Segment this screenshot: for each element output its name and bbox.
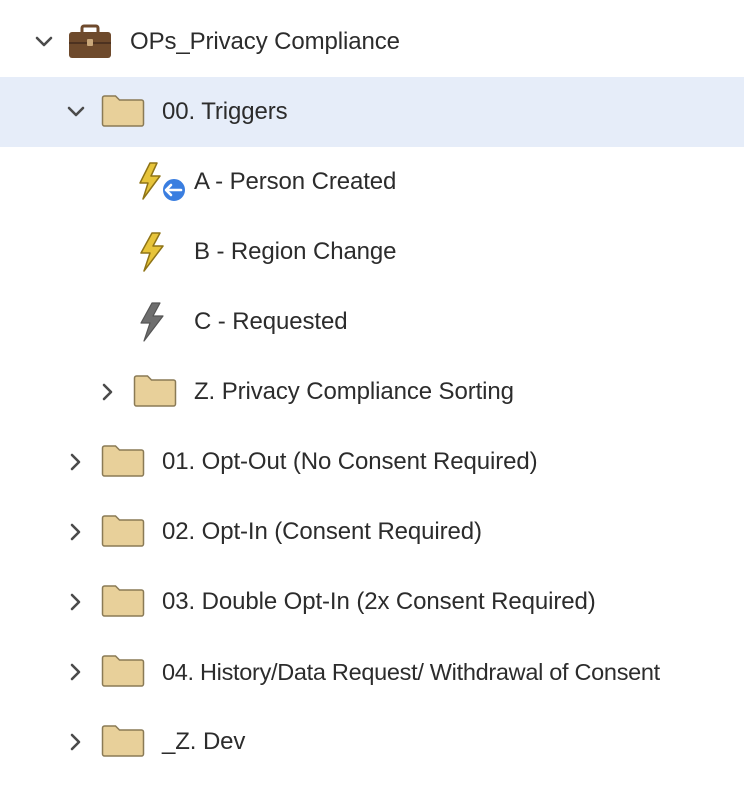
chevron-right-icon[interactable] <box>64 450 88 474</box>
folder-icon <box>101 584 145 624</box>
chevron-right-icon[interactable] <box>64 590 88 614</box>
tree-item-label: 03. Double Opt-In (2x Consent Required) <box>162 588 596 615</box>
tree-item-label: 01. Opt-Out (No Consent Required) <box>162 448 538 475</box>
trigger-bolt-icon <box>136 231 180 272</box>
tree-item-label: Z. Privacy Compliance Sorting <box>194 378 514 405</box>
tree-item-label: 02. Opt-In (Consent Required) <box>162 518 482 545</box>
tree-item-dev[interactable]: _Z. Dev <box>0 707 744 777</box>
folder-icon <box>101 94 145 134</box>
tree-item-label: 00. Triggers <box>162 98 288 125</box>
tree-item-trigger-a[interactable]: A - Person Created <box>0 147 744 217</box>
chevron-down-icon[interactable] <box>64 100 88 124</box>
briefcase-icon <box>68 24 112 64</box>
tree-item-double-opt-in[interactable]: 03. Double Opt-In (2x Consent Required) <box>0 567 744 637</box>
folder-icon <box>101 444 145 484</box>
tree-item-opt-out[interactable]: 01. Opt-Out (No Consent Required) <box>0 427 744 497</box>
program-tree: OPs_Privacy Compliance 00. Triggers A - … <box>0 0 744 790</box>
chevron-right-icon[interactable] <box>96 380 120 404</box>
chevron-right-icon[interactable] <box>64 520 88 544</box>
tree-item-trigger-c[interactable]: C - Requested <box>0 287 744 357</box>
tree-item-label: B - Region Change <box>194 238 397 265</box>
trigger-bolt-with-arrow-icon <box>136 161 187 203</box>
tree-item-opt-in[interactable]: 02. Opt-In (Consent Required) <box>0 497 744 567</box>
tree-item-triggers[interactable]: 00. Triggers <box>0 77 744 147</box>
trigger-bolt-inactive-icon <box>136 301 180 342</box>
tree-item-trigger-b[interactable]: B - Region Change <box>0 217 744 287</box>
tree-item-label: C - Requested <box>194 308 348 335</box>
chevron-right-icon[interactable] <box>64 660 88 684</box>
tree-item-label: 04. History/Data Request/ Withdrawal of … <box>162 659 660 685</box>
folder-icon <box>101 654 145 694</box>
chevron-right-icon[interactable] <box>64 730 88 754</box>
chevron-down-icon[interactable] <box>32 30 56 54</box>
folder-icon <box>101 514 145 554</box>
tree-item-label: _Z. Dev <box>162 728 246 755</box>
tree-item-sorting[interactable]: Z. Privacy Compliance Sorting <box>0 357 744 427</box>
tree-item-history[interactable]: 04. History/Data Request/ Withdrawal of … <box>0 637 744 707</box>
tree-item-label: A - Person Created <box>194 168 397 195</box>
folder-icon <box>101 724 145 764</box>
tree-item-label: OPs_Privacy Compliance <box>130 28 400 55</box>
tree-item-root[interactable]: OPs_Privacy Compliance <box>0 7 744 77</box>
folder-icon <box>133 374 177 414</box>
